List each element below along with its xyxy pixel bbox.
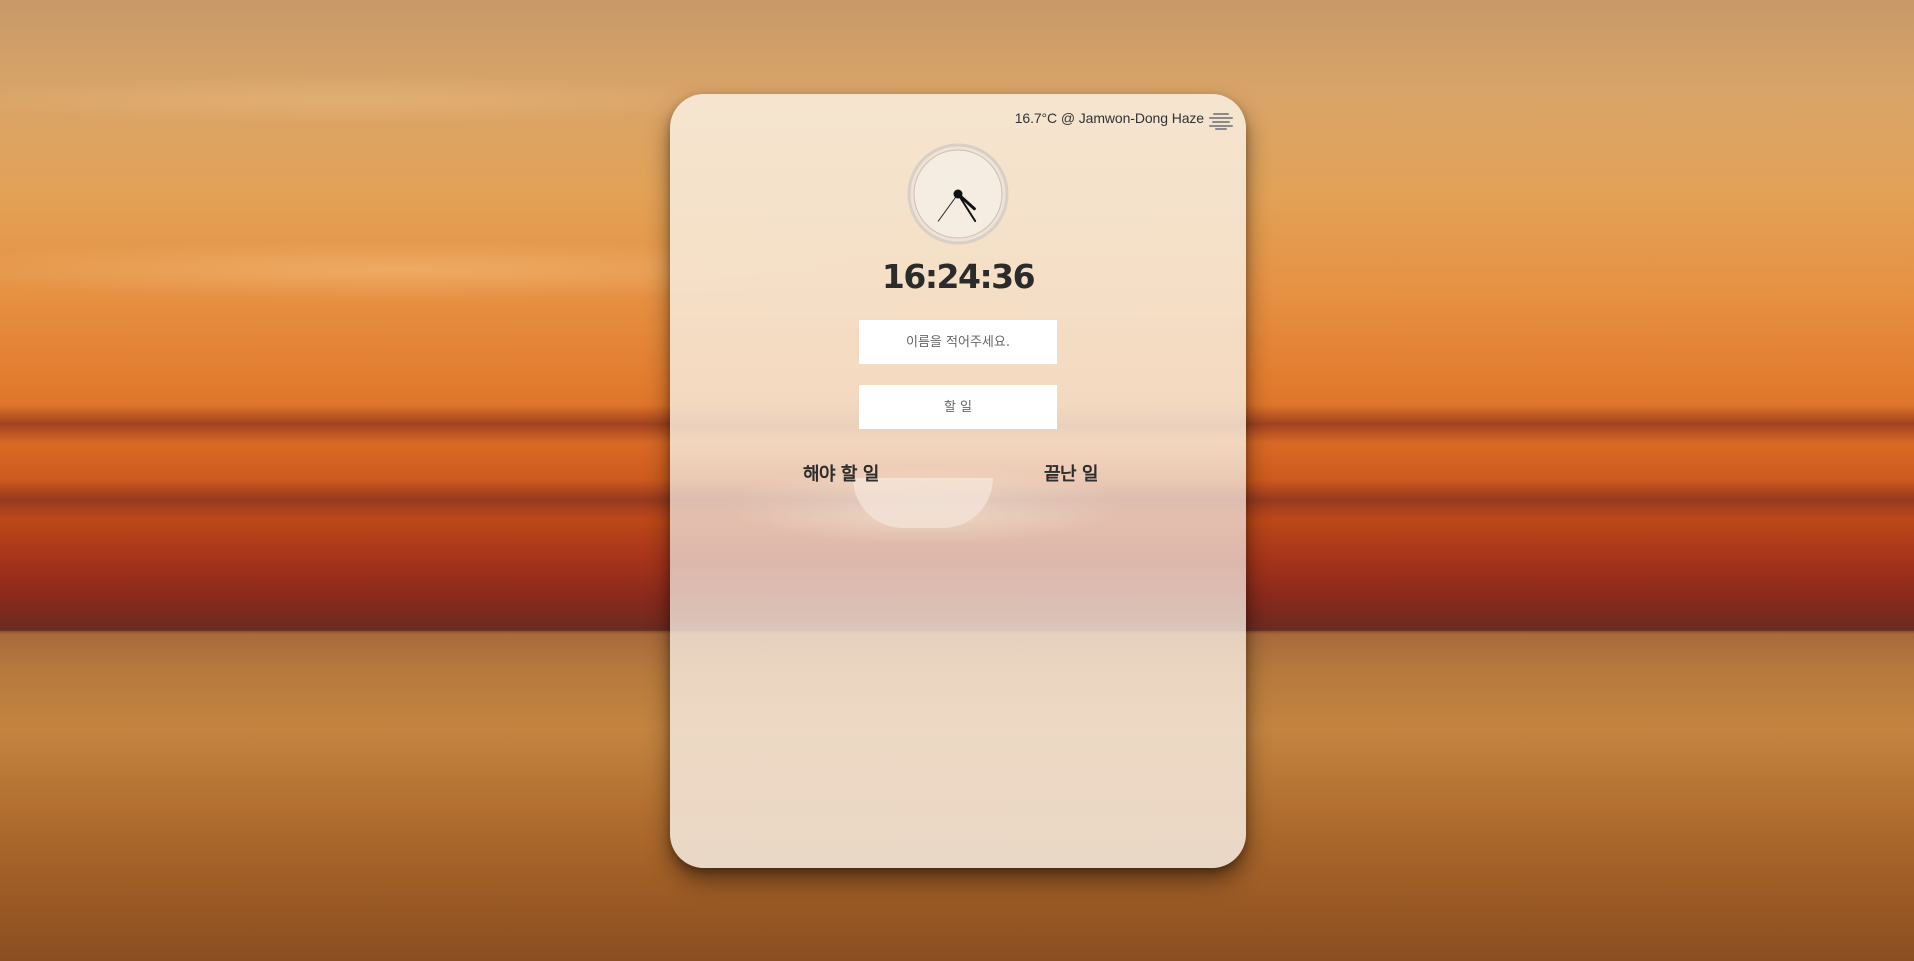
analog-clock	[907, 143, 1009, 245]
todo-input[interactable]	[859, 385, 1057, 429]
todo-list-title: 해야 할 일	[803, 464, 879, 485]
haze-icon	[1209, 113, 1233, 130]
weather-text: 16.7°C @ Jamwon-Dong Haze	[1014, 110, 1204, 126]
digital-clock: 16:24:36	[881, 257, 1036, 296]
name-input[interactable]	[859, 320, 1057, 364]
done-list-title: 끝난 일	[1044, 464, 1098, 485]
clock-center-pin	[953, 189, 963, 199]
main-card: 16.7°C @ Jamwon-Dong Haze 16:24:36 해야 할 …	[670, 94, 1246, 868]
